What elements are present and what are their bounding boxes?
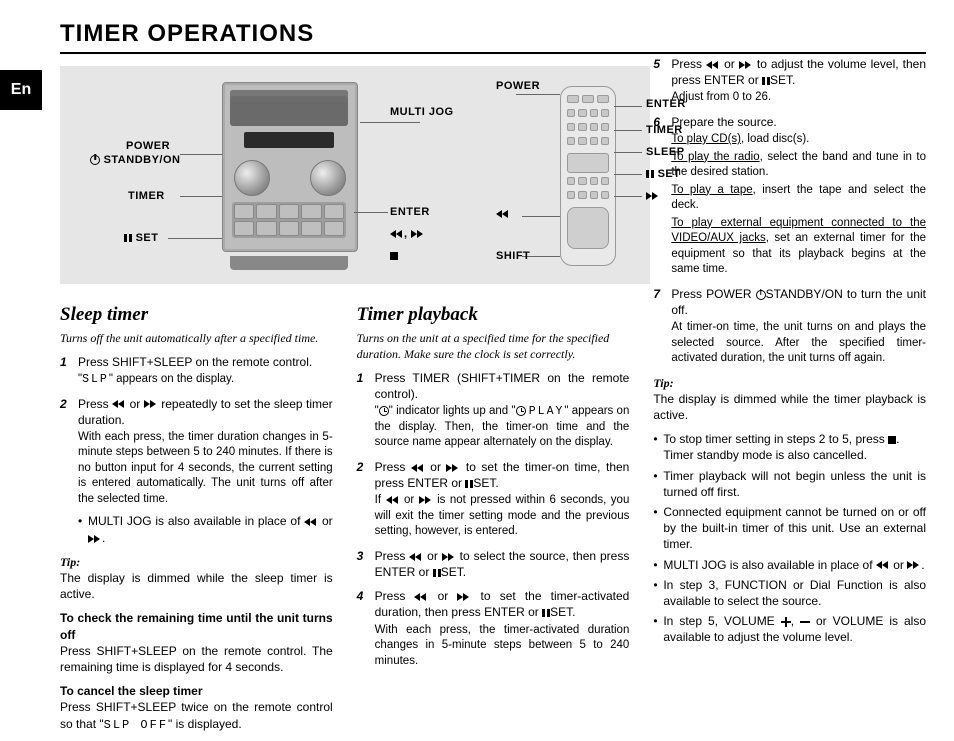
pause-icon — [465, 480, 473, 488]
stop-icon — [888, 436, 896, 444]
playback-step-6: Prepare the source. To play CD(s), load … — [653, 114, 926, 278]
forward-icon — [411, 230, 425, 238]
forward-icon — [419, 496, 433, 504]
playback-step-5: Press or to adjust the volume level, the… — [653, 56, 926, 106]
power-icon — [756, 290, 766, 300]
playback-tip-bullets: To stop timer setting in steps 2 to 5, p… — [653, 431, 926, 645]
label-multijog: MULTI JOG — [390, 106, 454, 118]
col-playback: Timer playback Turns on the unit at a sp… — [357, 302, 630, 741]
forward-icon — [446, 464, 460, 472]
rewind-icon — [386, 496, 400, 504]
sleep-check-head: To check the remaining time until the un… — [60, 610, 333, 642]
sleep-step-1: Press SHIFT+SLEEP on the remote control.… — [60, 354, 333, 388]
rewind-icon — [414, 593, 428, 601]
forward-icon — [907, 561, 921, 569]
forward-icon — [88, 535, 102, 543]
power-icon — [90, 155, 100, 165]
playback-subtitle: Turns on the unit at a specified time fo… — [357, 330, 630, 362]
sleep-tip-head: Tip: — [60, 554, 333, 570]
body-columns: Sleep timer Turns off the unit automatic… — [60, 302, 926, 741]
label-r-shift: SHIFT — [496, 250, 530, 262]
stop-icon — [390, 252, 398, 260]
playback-step-7: Press POWER STANDBY/ON to turn the unit … — [653, 286, 926, 367]
pause-icon — [542, 609, 550, 617]
forward-icon — [457, 593, 471, 601]
rewind-icon — [496, 210, 510, 218]
playback-heading: Timer playback — [357, 302, 630, 328]
pause-icon — [124, 234, 132, 242]
playback-steps-a: Press TIMER (SHIFT+TIMER on the remote c… — [357, 370, 630, 669]
sleep-heading: Sleep timer — [60, 302, 333, 328]
col-right: Press or to adjust the volume level, the… — [653, 56, 926, 741]
forward-icon — [739, 61, 753, 69]
label-timer: TIMER — [128, 190, 165, 202]
label-rewfwd: , — [390, 228, 425, 240]
playback-step-1: Press TIMER (SHIFT+TIMER on the remote c… — [357, 370, 630, 451]
rewind-icon — [112, 400, 126, 408]
playback-steps-b: Press or to adjust the volume level, the… — [653, 56, 926, 367]
sleep-step-2: Press or repeatedly to set the sleep tim… — [60, 396, 333, 546]
title-rule — [60, 52, 926, 54]
diagram-unit — [214, 82, 364, 270]
label-set: SET — [124, 232, 158, 244]
playback-tip-1: The display is dimmed while the timer pl… — [653, 391, 926, 423]
label-r-power: POWER — [496, 80, 540, 92]
rewind-icon — [411, 464, 425, 472]
sleep-cancel-head: To cancel the sleep timer — [60, 683, 333, 699]
pause-icon — [433, 569, 441, 577]
label-enter: ENTER — [390, 206, 430, 218]
diagram: POWER STANDBY/ON TIMER SET MULTI JOG ENT… — [60, 66, 650, 284]
playback-step-2: Press or to set the timer-on time, then … — [357, 459, 630, 540]
diagram-remote — [560, 86, 616, 266]
rewind-icon — [304, 518, 318, 526]
forward-icon — [144, 400, 158, 408]
sleep-cancel-body: Press SHIFT+SLEEP twice on the remote co… — [60, 699, 333, 732]
col-sleep: Sleep timer Turns off the unit automatic… — [60, 302, 333, 741]
rewind-icon — [876, 561, 890, 569]
language-tab: En — [0, 70, 42, 110]
page: En TIMER OPERATIONS — [0, 0, 954, 676]
label-power: POWER — [126, 140, 170, 152]
clock-icon — [379, 406, 389, 416]
rewind-icon — [390, 230, 404, 238]
rewind-icon — [409, 553, 423, 561]
plus-icon — [781, 617, 791, 627]
sleep-subtitle: Turns off the unit automatically after a… — [60, 330, 333, 346]
clock-icon — [516, 406, 526, 416]
minus-icon — [800, 617, 810, 627]
forward-icon — [442, 553, 456, 561]
playback-step-3: Press or to select the source, then pres… — [357, 548, 630, 580]
label-standby: STANDBY/ON — [90, 154, 180, 166]
page-title: TIMER OPERATIONS — [60, 20, 926, 48]
sleep-check-body: Press SHIFT+SLEEP on the remote control.… — [60, 643, 333, 675]
sleep-tip-body: The display is dimmed while the sleep ti… — [60, 570, 333, 602]
rewind-icon — [706, 61, 720, 69]
playback-tip-head: Tip: — [653, 375, 926, 391]
label-stop — [390, 250, 398, 262]
pause-icon — [762, 77, 770, 85]
label-r-rew — [496, 208, 510, 220]
sleep-steps: Press SHIFT+SLEEP on the remote control.… — [60, 354, 333, 546]
playback-step-4: Press or to set the timer-activated dura… — [357, 588, 630, 669]
